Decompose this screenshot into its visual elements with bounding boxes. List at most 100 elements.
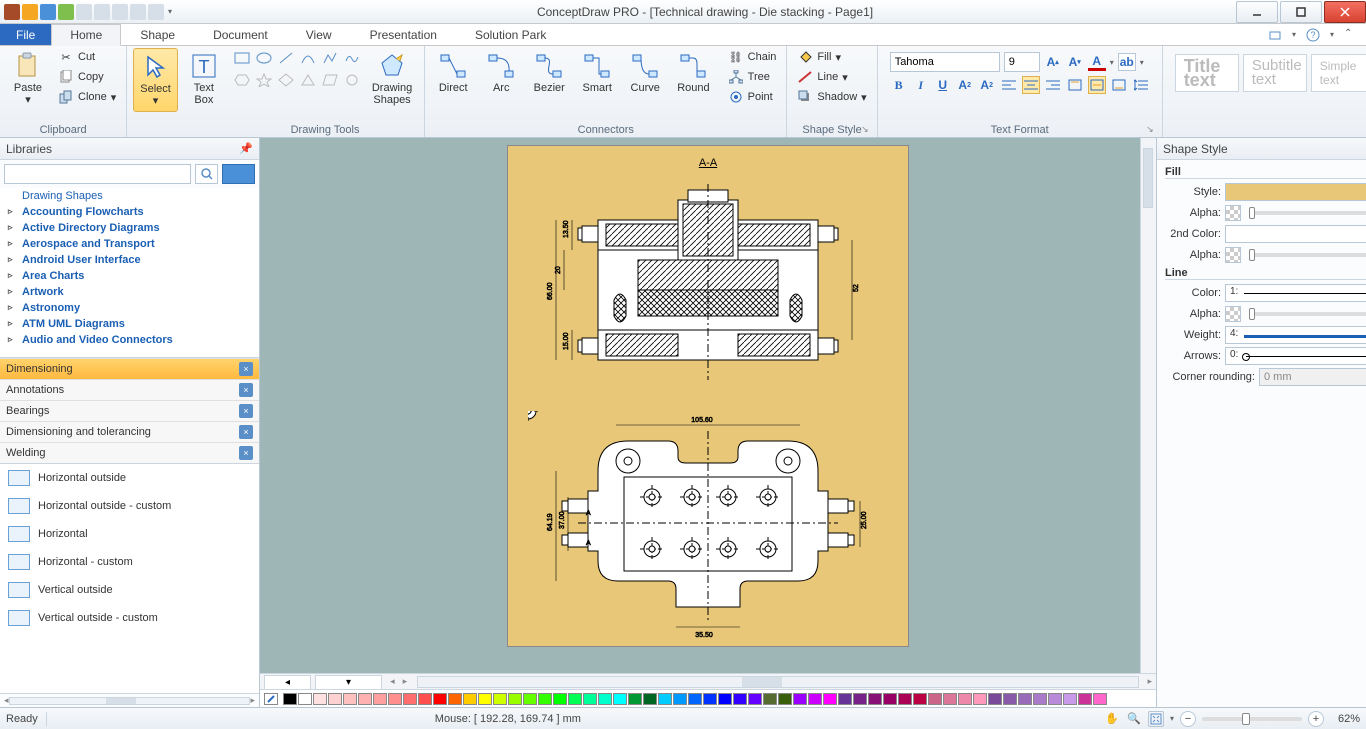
qat-redo-icon[interactable] xyxy=(112,4,128,20)
library-tree-item[interactable]: Android User Interface xyxy=(0,252,259,268)
sheet-tab-prev[interactable]: ◂ xyxy=(264,675,311,689)
color-swatch[interactable] xyxy=(583,693,597,705)
color-swatch[interactable] xyxy=(853,693,867,705)
tool-triangle-icon[interactable] xyxy=(298,70,318,90)
color-swatch[interactable] xyxy=(418,693,432,705)
color-swatch[interactable] xyxy=(793,693,807,705)
line-color-ctrl[interactable]: 1: xyxy=(1225,284,1366,302)
connector-round-button[interactable]: Round xyxy=(671,48,715,98)
sheet-nav-left-icon[interactable]: ◂ xyxy=(390,676,395,687)
color-swatch[interactable] xyxy=(628,693,642,705)
library-tree-item[interactable]: Aerospace and Transport xyxy=(0,236,259,252)
tool-polyline-icon[interactable] xyxy=(320,48,340,68)
color-swatch[interactable] xyxy=(493,693,507,705)
color-swatch[interactable] xyxy=(838,693,852,705)
color-swatch[interactable] xyxy=(778,693,792,705)
color-swatch[interactable] xyxy=(658,693,672,705)
valign-bottom-icon[interactable] xyxy=(1110,76,1128,94)
minimize-button[interactable] xyxy=(1236,1,1278,23)
tool-line-icon[interactable] xyxy=(276,48,296,68)
zoom-slider[interactable] xyxy=(1202,717,1302,721)
paste-button[interactable]: Paste▾ xyxy=(6,48,50,110)
close-category-icon[interactable]: × xyxy=(239,425,253,439)
color-swatch[interactable] xyxy=(523,693,537,705)
superscript-icon[interactable]: A2 xyxy=(956,76,974,94)
close-button[interactable] xyxy=(1324,1,1366,23)
highlight-icon[interactable]: ab xyxy=(1118,53,1136,71)
color-swatch[interactable] xyxy=(538,693,552,705)
tab-view[interactable]: View xyxy=(287,24,351,45)
zoom-in-button[interactable]: + xyxy=(1308,711,1324,727)
shadow-button[interactable]: Shadow ▾ xyxy=(793,88,870,106)
second-color-swatch[interactable] xyxy=(1225,225,1366,243)
stencil-list[interactable]: Horizontal outsideHorizontal outside - c… xyxy=(0,464,259,693)
connector-curve-button[interactable]: Curve xyxy=(623,48,667,98)
color-swatch[interactable] xyxy=(433,693,447,705)
italic-icon[interactable]: I xyxy=(912,76,930,94)
tool-star-icon[interactable] xyxy=(254,70,274,90)
font-select[interactable] xyxy=(890,52,1000,72)
tab-home[interactable]: Home xyxy=(51,24,121,46)
color-swatch[interactable] xyxy=(823,693,837,705)
color-swatch[interactable] xyxy=(868,693,882,705)
align-right-icon[interactable] xyxy=(1044,76,1062,94)
connector-bezier-button[interactable]: Bezier xyxy=(527,48,571,98)
color-swatch[interactable] xyxy=(898,693,912,705)
color-swatch[interactable] xyxy=(313,693,327,705)
color-swatch[interactable] xyxy=(763,693,777,705)
color-swatch[interactable] xyxy=(613,693,627,705)
arrows-ctrl[interactable]: 0: xyxy=(1225,347,1366,365)
cloud-icon[interactable] xyxy=(1268,28,1282,42)
shape-style-dlg-icon[interactable]: ↘ xyxy=(861,124,869,135)
color-swatch[interactable] xyxy=(1018,693,1032,705)
tab-document[interactable]: Document xyxy=(194,24,287,45)
font-size-input[interactable] xyxy=(1004,52,1040,72)
qat-dropdown-icon[interactable]: ▾ xyxy=(168,7,172,16)
connector-smart-button[interactable]: Smart xyxy=(575,48,619,98)
point-button[interactable]: Point xyxy=(724,88,781,106)
color-swatch[interactable] xyxy=(1093,693,1107,705)
color-swatch[interactable] xyxy=(943,693,957,705)
color-swatch[interactable] xyxy=(718,693,732,705)
tab-solution-park[interactable]: Solution Park xyxy=(456,24,565,45)
color-swatch[interactable] xyxy=(388,693,402,705)
color-swatch[interactable] xyxy=(478,693,492,705)
pan-icon[interactable]: ✋ xyxy=(1104,711,1120,727)
stencil-item[interactable]: Vertical outside xyxy=(0,576,259,604)
color-swatch[interactable] xyxy=(643,693,657,705)
color-swatch[interactable] xyxy=(883,693,897,705)
help-icon[interactable]: ? xyxy=(1306,28,1320,42)
fit-drop-icon[interactable]: ▾ xyxy=(1170,714,1174,723)
tool-hexagon-icon[interactable] xyxy=(232,70,252,90)
library-tree[interactable]: Drawing ShapesAccounting FlowchartsActiv… xyxy=(0,188,259,358)
copy-button[interactable]: Copy xyxy=(54,68,120,86)
valign-middle-icon[interactable] xyxy=(1088,76,1106,94)
select-button[interactable]: Select▾ xyxy=(133,48,178,112)
help-dropdown-icon[interactable]: ▾ xyxy=(1330,30,1334,39)
sheet-tab-menu[interactable]: ▾ xyxy=(315,675,382,689)
color-swatch[interactable] xyxy=(508,693,522,705)
canvas-vscroll[interactable] xyxy=(1140,138,1156,673)
maximize-button[interactable] xyxy=(1280,1,1322,23)
close-category-icon[interactable]: × xyxy=(239,362,253,376)
qat-icon-2[interactable] xyxy=(22,4,38,20)
tab-shape[interactable]: Shape xyxy=(121,24,194,45)
drawing-page[interactable]: A-A xyxy=(508,146,908,646)
color-swatch[interactable] xyxy=(283,693,297,705)
color-swatch[interactable] xyxy=(403,693,417,705)
tab-presentation[interactable]: Presentation xyxy=(351,24,456,45)
color-swatch[interactable] xyxy=(448,693,462,705)
font-color-icon[interactable]: A xyxy=(1088,53,1106,71)
qat-icon-4[interactable] xyxy=(58,4,74,20)
color-swatch[interactable] xyxy=(673,693,687,705)
color-swatch[interactable] xyxy=(568,693,582,705)
color-swatch[interactable] xyxy=(913,693,927,705)
stencil-item[interactable]: Horizontal outside xyxy=(0,464,259,492)
stencil-category[interactable]: Bearings× xyxy=(0,400,259,421)
cloud-dropdown-icon[interactable]: ▾ xyxy=(1292,30,1296,39)
sheet-nav-right-icon[interactable]: ▸ xyxy=(403,676,408,687)
stencil-category[interactable]: Dimensioning and tolerancing× xyxy=(0,421,259,442)
zoom-out-button[interactable]: − xyxy=(1180,711,1196,727)
style-subtitle[interactable]: Subtitle text xyxy=(1243,54,1307,92)
connector-arc-button[interactable]: Arc xyxy=(479,48,523,98)
